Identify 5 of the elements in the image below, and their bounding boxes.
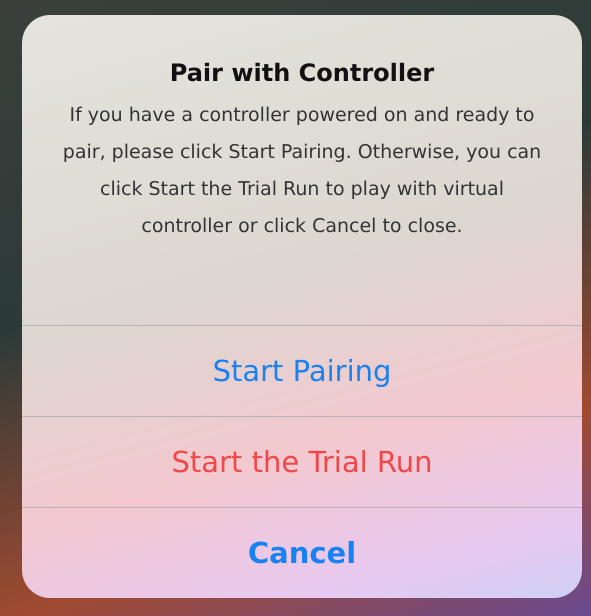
cancel-button[interactable]: Cancel bbox=[22, 507, 582, 598]
alert-title: Pair with Controller bbox=[170, 59, 434, 87]
alert-message: If you have a controller powered on and ready to pair, please click Start Pairing. Otherwise, you can click Start the Trial Run to play with virtual controller or click Cancel to close. bbox=[62, 103, 542, 239]
action-button[interactable]: Start Pairing bbox=[22, 325, 582, 416]
destructive-button[interactable]: Start the Trial Run bbox=[22, 416, 582, 507]
